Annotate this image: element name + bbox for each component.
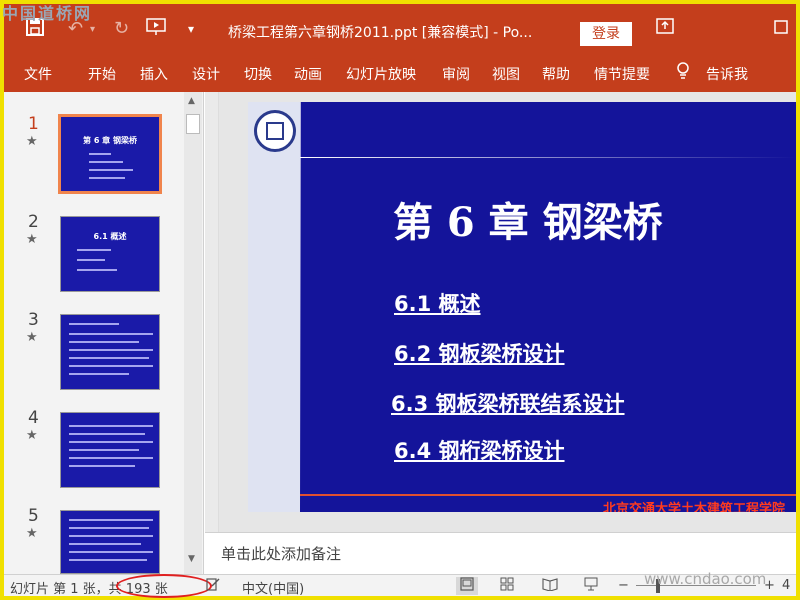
window-title: 桥梁工程第六章钢桥2011.ppt [兼容模式] - Po... bbox=[228, 25, 533, 41]
thumbnail-text-line bbox=[69, 341, 139, 343]
tab-slideshow[interactable]: 幻灯片放映 bbox=[346, 64, 416, 84]
slide-thumbnail-5[interactable] bbox=[60, 510, 160, 574]
thumbnail-text-line bbox=[69, 349, 153, 351]
thumbnail-text-line bbox=[69, 441, 153, 443]
thumbnail-text-line bbox=[69, 543, 141, 545]
tab-design[interactable]: 设计 bbox=[192, 64, 220, 84]
tab-review[interactable]: 审阅 bbox=[442, 64, 470, 84]
reading-view-icon[interactable] bbox=[542, 577, 558, 595]
thumbnail-text-line bbox=[69, 433, 145, 435]
slide-editing-area: 第 6 章 钢梁桥 6.1 概述 6.2 钢板梁桥设计 6.3 钢板梁桥联结系设… bbox=[205, 92, 796, 532]
tell-me-box[interactable]: 告诉我 bbox=[706, 64, 748, 84]
thumbnail-text-line bbox=[69, 373, 129, 375]
ribbon-display-options-icon[interactable] bbox=[656, 18, 674, 39]
current-slide[interactable]: 第 6 章 钢梁桥 6.1 概述 6.2 钢板梁桥设计 6.3 钢板梁桥联结系设… bbox=[248, 102, 796, 512]
thumbnail-number: 3 bbox=[28, 310, 39, 330]
zoom-level[interactable]: 4 bbox=[782, 578, 790, 593]
redo-icon[interactable]: ↻ bbox=[114, 18, 129, 39]
scroll-down-icon[interactable]: ▼ bbox=[188, 554, 195, 564]
slide-thumbnail-pane: 1 ★ 第 6 章 钢梁桥 2 ★ 6.1 概述 3 ★ 4 ★ 5 ★ ▲ ▼ bbox=[4, 92, 204, 574]
slide-side-strip bbox=[248, 102, 300, 512]
thumbnail-text-line bbox=[89, 153, 111, 155]
thumbnail-text-line bbox=[69, 527, 149, 529]
watermark-bottom: www.cndao.com bbox=[644, 570, 767, 588]
thumbnail-text-line bbox=[77, 259, 105, 261]
thumbnail-title: 第 6 章 钢梁桥 bbox=[83, 136, 137, 145]
thumbnail-number: 5 bbox=[28, 506, 39, 526]
present-from-start-icon[interactable] bbox=[146, 18, 166, 41]
slide-sorter-icon[interactable] bbox=[500, 577, 514, 595]
lightbulb-icon[interactable] bbox=[676, 62, 690, 84]
thumbnail-text-line bbox=[89, 169, 133, 171]
slide-item-3[interactable]: 6.3 钢板梁桥联结系设计 bbox=[391, 388, 625, 418]
normal-view-icon[interactable] bbox=[456, 577, 478, 595]
slide-thumbnail-1[interactable]: 第 6 章 钢梁桥 bbox=[58, 114, 162, 194]
spelling-check-icon[interactable] bbox=[206, 577, 220, 595]
tab-home[interactable]: 开始 bbox=[88, 64, 116, 84]
zoom-out-icon[interactable]: − bbox=[618, 578, 629, 593]
star-icon: ★ bbox=[26, 232, 38, 247]
slide-thumbnail-4[interactable] bbox=[60, 412, 160, 488]
thumbnail-number: 4 bbox=[28, 408, 39, 428]
tab-help[interactable]: 帮助 bbox=[542, 64, 570, 84]
thumbnail-text-line bbox=[69, 357, 149, 359]
thumbnail-text-line bbox=[69, 559, 147, 561]
thumbnail-text-line bbox=[69, 425, 153, 427]
star-icon: ★ bbox=[26, 526, 38, 541]
slide-thumbnail-3[interactable] bbox=[60, 314, 160, 390]
thumbnail-text-line bbox=[77, 249, 111, 251]
thumbnail-text-line bbox=[69, 449, 139, 451]
thumbnail-scrollbar[interactable]: ▲ ▼ bbox=[184, 92, 202, 574]
thumbnail-text-line bbox=[69, 551, 153, 553]
tab-storyboarding[interactable]: 情节提要 bbox=[594, 64, 650, 84]
tab-animations[interactable]: 动画 bbox=[294, 64, 322, 84]
notes-placeholder[interactable]: 单击此处添加备注 bbox=[221, 543, 341, 564]
ribbon-tabs: 文件 开始 插入 设计 切换 动画 幻灯片放映 审阅 视图 帮助 情节提要 告诉… bbox=[4, 54, 796, 92]
slide-item-1[interactable]: 6.1 概述 bbox=[394, 288, 481, 318]
thumbnail-text-line bbox=[69, 465, 135, 467]
watermark-top: 中国道桥网 bbox=[2, 4, 93, 23]
title-bar: ↶ ▾ ↻ ▾ 桥梁工程第六章钢桥2011.ppt [兼容模式] - Po...… bbox=[4, 4, 796, 54]
slide-title[interactable]: 第 6 章 钢梁桥 bbox=[393, 190, 663, 248]
slide-item-2[interactable]: 6.2 钢板梁桥设计 bbox=[394, 338, 565, 368]
thumbnail-number: 1 bbox=[28, 114, 39, 134]
decorative-line bbox=[300, 157, 796, 158]
annotation-red-oval bbox=[116, 574, 212, 598]
tab-view[interactable]: 视图 bbox=[492, 64, 520, 84]
thumbnail-text-line bbox=[69, 365, 153, 367]
thumbnail-text-line bbox=[69, 333, 153, 335]
tab-file[interactable]: 文件 bbox=[24, 64, 52, 84]
slide-thumbnail-2[interactable]: 6.1 概述 bbox=[60, 216, 160, 292]
thumbnail-text-line bbox=[89, 161, 123, 163]
customize-toolbar-icon[interactable]: ▾ bbox=[188, 22, 194, 36]
slide-footer-line bbox=[300, 494, 796, 496]
thumbnail-text-line bbox=[77, 269, 117, 271]
thumbnail-title: 6.1 概述 bbox=[93, 232, 127, 241]
decorative-vertical-line bbox=[300, 102, 301, 512]
tab-insert[interactable]: 插入 bbox=[140, 64, 168, 84]
maximize-icon[interactable] bbox=[774, 18, 788, 39]
thumbnail-number: 2 bbox=[28, 212, 39, 232]
scrollbar-thumb[interactable] bbox=[186, 114, 200, 134]
slideshow-view-icon[interactable] bbox=[584, 577, 598, 595]
star-icon: ★ bbox=[26, 134, 38, 149]
login-button[interactable]: 登录 bbox=[580, 22, 632, 46]
scroll-up-icon[interactable]: ▲ bbox=[188, 96, 195, 106]
tab-transitions[interactable]: 切换 bbox=[244, 64, 272, 84]
thumbnail-text-line bbox=[69, 323, 119, 325]
university-logo bbox=[254, 110, 296, 152]
thumbnail-text-line bbox=[89, 177, 125, 179]
language-indicator[interactable]: 中文(中国) bbox=[242, 578, 304, 597]
slide-item-4[interactable]: 6.4 钢桁梁桥设计 bbox=[394, 435, 565, 465]
notes-pane[interactable]: 单击此处添加备注 bbox=[205, 532, 796, 572]
star-icon: ★ bbox=[26, 428, 38, 443]
logo-emblem bbox=[266, 122, 284, 140]
undo-dropdown-icon[interactable]: ▾ bbox=[90, 24, 95, 35]
editor-scrollbar[interactable] bbox=[205, 92, 219, 532]
star-icon: ★ bbox=[26, 330, 38, 345]
slide-footer-text[interactable]: 北京交通大学土木建筑工程学院 bbox=[603, 498, 785, 512]
thumbnail-text-line bbox=[69, 457, 153, 459]
thumbnail-text-line bbox=[69, 535, 153, 537]
thumbnail-text-line bbox=[69, 519, 153, 521]
